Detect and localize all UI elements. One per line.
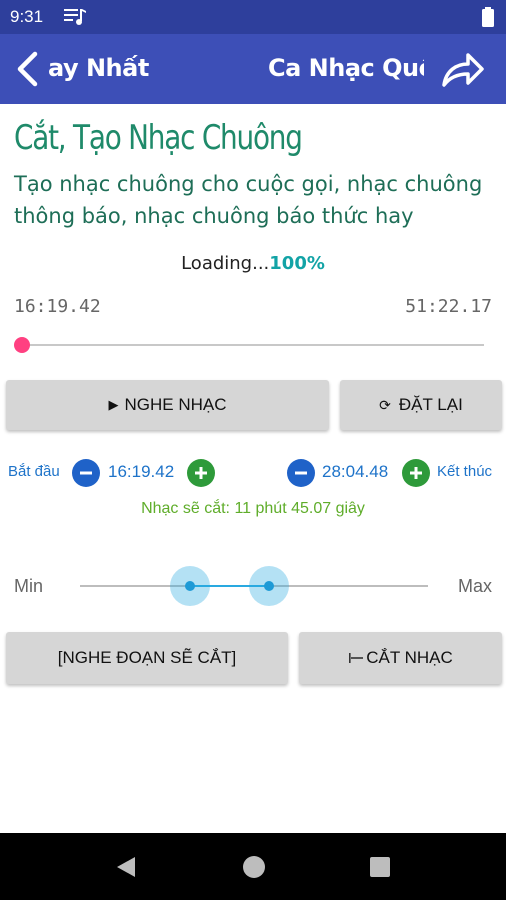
app-bar: ay Nhất Ca Nhạc Quê Hương [0, 34, 506, 104]
end-decrease-button[interactable] [287, 459, 315, 487]
loading-percent: 100% [269, 253, 325, 274]
scissors-icon [349, 653, 364, 663]
range-start-thumb[interactable] [170, 566, 210, 606]
start-decrease-button[interactable] [72, 459, 100, 487]
minus-icon [80, 471, 92, 475]
play-button-label: NGHE NHẠC [124, 395, 227, 414]
loading-status: Loading...100% [0, 253, 506, 274]
back-button[interactable] [8, 48, 46, 90]
plus-icon [195, 467, 207, 479]
nav-home-button[interactable] [240, 853, 268, 881]
cut-button-label: CẮT NHẠC [366, 648, 453, 667]
start-increase-button[interactable] [187, 459, 215, 487]
nav-back-button[interactable] [112, 853, 140, 881]
share-button[interactable] [438, 48, 486, 92]
range-end-dot [264, 581, 274, 591]
marquee-title-right: Ca Nhạc Quê Hương [268, 54, 424, 82]
range-max-label: Max [457, 576, 492, 596]
marquee-title-left: ay Nhất [48, 54, 149, 82]
status-time: 9:31 [10, 7, 44, 26]
cut-duration-info: Nhạc sẽ cắt: 11 phút 45.07 giây [141, 500, 365, 517]
seek-thumb[interactable] [14, 337, 30, 353]
cut-music-button[interactable]: CẮT NHẠC [299, 632, 502, 684]
loading-text: Loading... [181, 253, 270, 274]
preview-cut-button[interactable]: [NGHE ĐOẠN SẼ CẮT] [6, 632, 288, 684]
range-end-thumb[interactable] [249, 566, 289, 606]
plus-icon [410, 467, 422, 479]
range-start-dot [185, 581, 195, 591]
start-time-value: 16:19.42 [108, 462, 175, 481]
current-time: 16:19.42 [14, 296, 101, 317]
total-time: 51:22.17 [405, 296, 492, 317]
system-navigation-bar [0, 833, 506, 900]
preview-button-label: [NGHE ĐOẠN SẼ CẮT] [57, 648, 237, 667]
minus-icon [295, 471, 307, 475]
nav-recents-icon [370, 857, 390, 877]
start-label: Bắt đầu [8, 463, 60, 480]
battery-icon [482, 7, 494, 27]
nav-home-icon [243, 856, 265, 878]
end-label: Kết thúc [437, 463, 493, 480]
share-icon [442, 53, 484, 87]
reset-button[interactable]: ⟳ ĐẶT LẠI [340, 380, 502, 430]
end-increase-button[interactable] [402, 459, 430, 487]
play-music-button[interactable]: ▶ NGHE NHẠC [6, 380, 329, 430]
page-title: Cắt, Tạo Nhạc Chuông [14, 118, 303, 158]
seek-bar[interactable] [22, 344, 484, 346]
nav-recents-button[interactable] [366, 853, 394, 881]
page-description: Tạo nhạc chuông cho cuộc gọi, nhạc chuôn… [14, 172, 483, 228]
end-time-value: 28:04.48 [322, 462, 389, 481]
status-bar: 9:31 [0, 0, 506, 34]
reset-button-label: ĐẶT LẠI [398, 395, 463, 414]
music-notification-icon [64, 9, 86, 25]
nav-back-icon [117, 857, 135, 877]
chevron-left-icon [17, 51, 38, 87]
play-icon: ▶ [108, 397, 119, 412]
range-min-label: Min [14, 576, 44, 596]
refresh-icon: ⟳ [379, 396, 391, 413]
